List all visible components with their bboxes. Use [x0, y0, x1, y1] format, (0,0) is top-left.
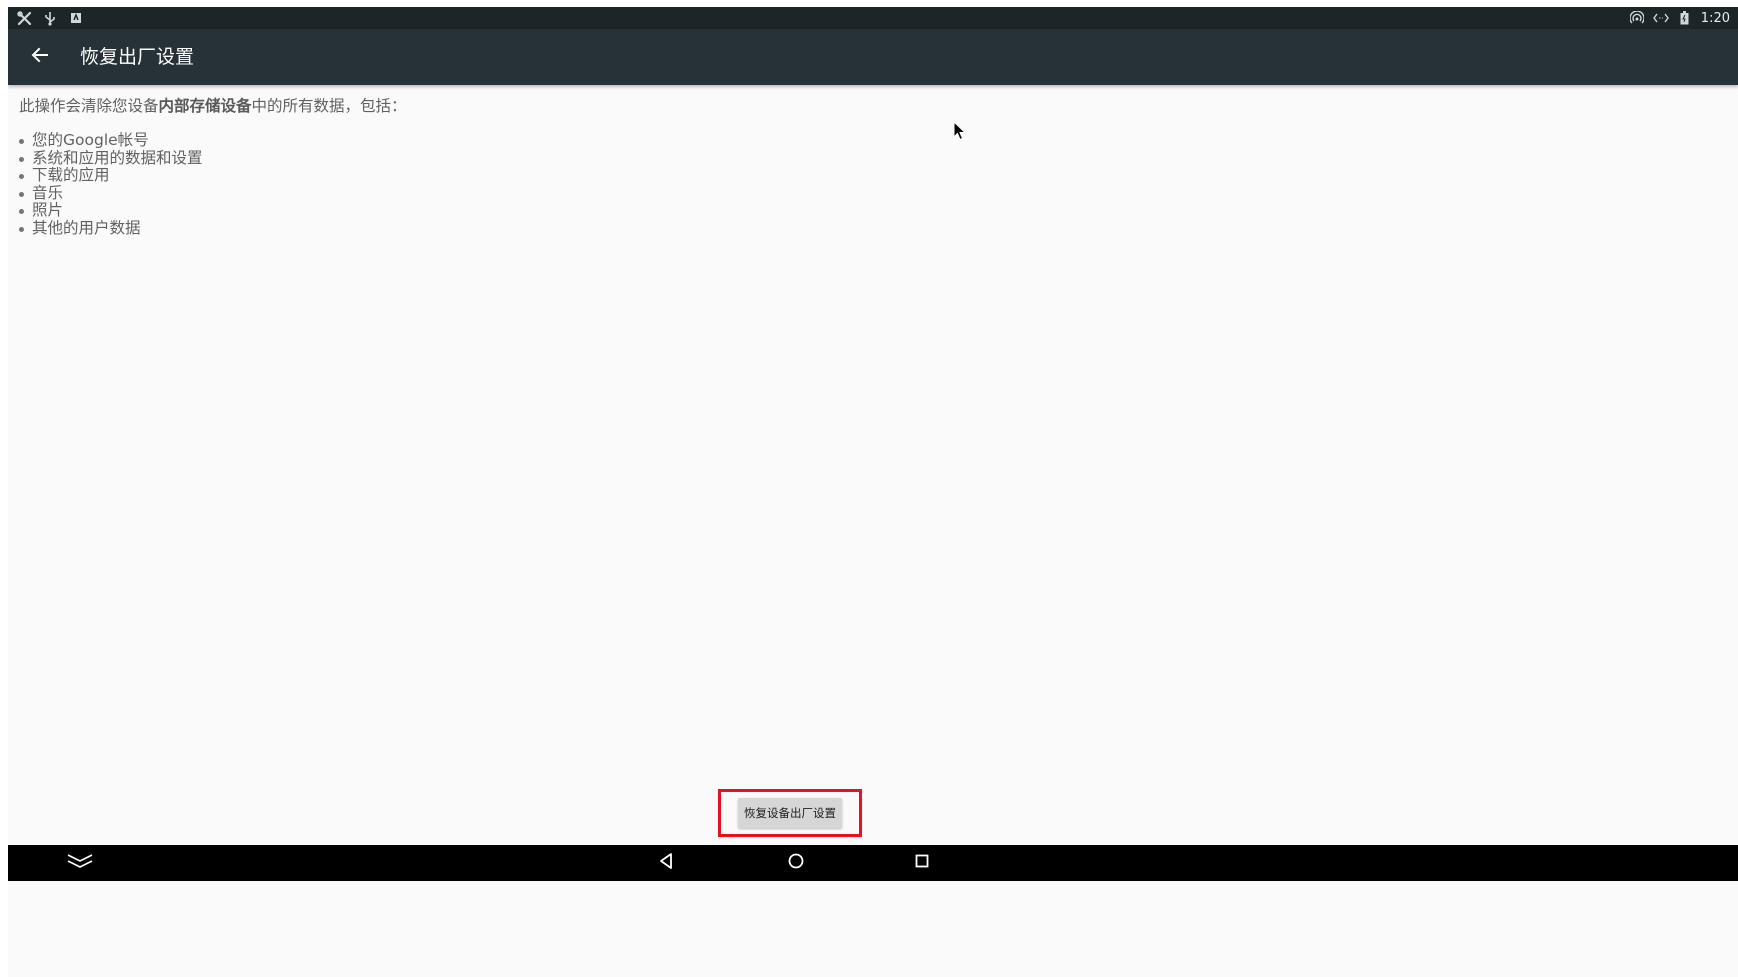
nav-recents-button[interactable] [902, 848, 942, 878]
collapse-icon [66, 852, 94, 874]
nav-home-button[interactable] [776, 848, 816, 878]
page-title: 恢复出厂设置 [80, 46, 195, 68]
collapse-button[interactable] [60, 848, 100, 878]
list-item: 下载的应用 [19, 166, 407, 185]
intro-prefix: 此操作会清除您设备 [19, 97, 159, 115]
home-circle-icon [787, 852, 805, 874]
data-list: 您的Google帐号 系统和应用的数据和设置 下载的应用 音乐 照片 其他的用户… [19, 131, 407, 238]
hotspot-icon [1629, 10, 1645, 26]
reset-button-highlight: 恢复设备出厂设置 [718, 789, 862, 837]
list-item: 系统和应用的数据和设置 [19, 149, 407, 168]
app-bar: 恢复出厂设置 [8, 29, 1738, 85]
usb-icon [42, 10, 58, 26]
status-time: 1:20 [1700, 10, 1730, 26]
list-item: 音乐 [19, 184, 407, 203]
intro-text: 此操作会清除您设备内部存储设备中的所有数据，包括： [19, 95, 407, 117]
back-button[interactable] [22, 39, 58, 75]
list-item: 您的Google帐号 [19, 131, 407, 150]
arrow-left-icon [31, 46, 49, 68]
battery-icon [1677, 10, 1693, 26]
mouse-cursor-icon [953, 120, 967, 145]
reset-description: 此操作会清除您设备内部存储设备中的所有数据，包括： 您的Google帐号 系统和… [19, 95, 407, 237]
android-screen: 1:20 恢复出厂设置 此操作会清除您设备内部存储设备中的所有数据，包括： 您的… [8, 7, 1738, 977]
nav-back-button[interactable] [646, 848, 686, 878]
list-item: 其他的用户数据 [19, 219, 407, 238]
status-bar-left [16, 7, 84, 29]
status-bar-right: 1:20 [1629, 7, 1730, 29]
android-debug-icon [68, 10, 84, 26]
navigation-bar [8, 845, 1738, 881]
status-bar: 1:20 [8, 7, 1738, 29]
intro-suffix: 中的所有数据，包括： [251, 97, 407, 115]
list-item: 照片 [19, 201, 407, 220]
back-triangle-icon [658, 852, 674, 874]
factory-reset-button[interactable]: 恢复设备出厂设置 [738, 798, 842, 828]
data-sync-icon [1652, 10, 1669, 26]
tools-icon [16, 10, 32, 26]
intro-bold: 内部存储设备 [158, 97, 252, 115]
recents-square-icon [914, 853, 930, 873]
